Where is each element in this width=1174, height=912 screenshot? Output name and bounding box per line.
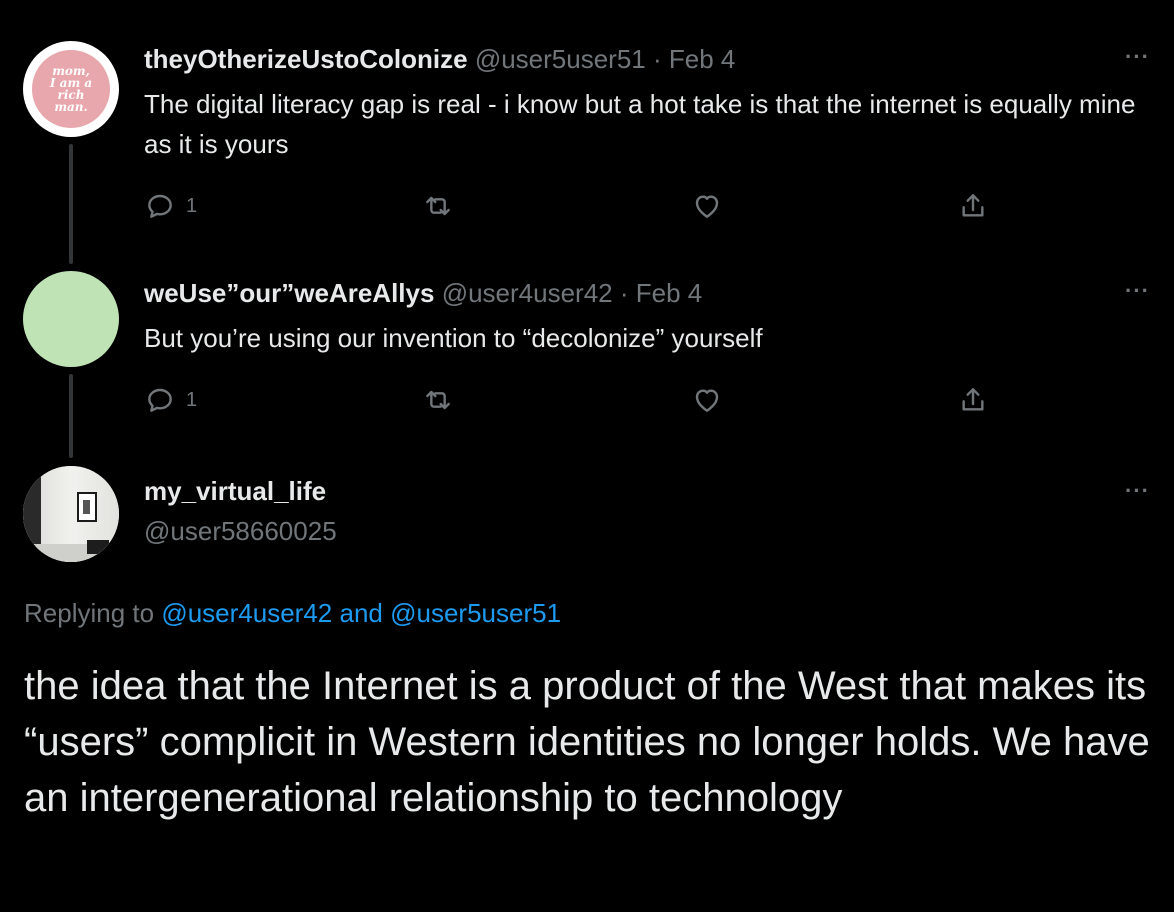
retweet-button[interactable] [422, 384, 454, 416]
replying-to: Replying to @user4user42 and @user5user5… [24, 598, 561, 629]
reply-button[interactable]: 1 [144, 190, 197, 222]
mention-link[interactable]: @user5user51 [390, 598, 561, 628]
avatar[interactable] [23, 271, 119, 367]
display-name[interactable]: weUse”our”weAreAllys [144, 278, 434, 308]
avatar[interactable] [23, 466, 119, 562]
heart-icon [695, 195, 719, 218]
separator-dot: · [653, 44, 662, 74]
tweet-header: theyOtherizeUstoColonize @user5user51 · … [144, 44, 735, 75]
replying-and[interactable]: and [339, 598, 382, 628]
like-button[interactable] [691, 190, 723, 222]
avatar-logo: mom, I am a rich man. [32, 50, 110, 128]
user-handle[interactable]: @user5user51 [475, 44, 646, 74]
mention-link[interactable]: @user4user42 [161, 598, 332, 628]
avatar[interactable]: mom, I am a rich man. [23, 41, 119, 137]
retweet-icon [426, 390, 450, 410]
thread-connector-line [69, 374, 73, 458]
retweet-button[interactable] [422, 190, 454, 222]
tweet-text: the idea that the Internet is a product … [24, 664, 1150, 820]
thread-connector-line [69, 144, 73, 264]
tweet-header: weUse”our”weAreAllys @user4user42 · Feb … [144, 278, 702, 309]
tweet-date[interactable]: Feb 4 [669, 44, 736, 74]
reply-icon [148, 194, 172, 218]
retweet-icon [426, 196, 450, 216]
more-options-icon[interactable]: ··· [1125, 278, 1150, 304]
tweet-date[interactable]: Feb 4 [636, 278, 703, 308]
user-handle[interactable]: @user4user42 [442, 278, 613, 308]
reply-button[interactable]: 1 [144, 384, 197, 416]
display-name[interactable]: theyOtherizeUstoColonize [144, 44, 468, 74]
separator-dot: · [619, 278, 629, 308]
user-handle[interactable]: @user58660025 [144, 516, 337, 547]
picture-frame [77, 492, 97, 522]
share-icon [962, 194, 984, 217]
replying-prefix: Replying to [24, 598, 155, 628]
share-button[interactable] [957, 190, 989, 222]
heart-icon [695, 389, 719, 412]
avatar-logo-text: mom, I am a rich man. [49, 64, 93, 114]
reply-icon [148, 388, 172, 412]
tweet-text: But you’re using our invention to “decol… [144, 323, 763, 353]
share-icon [962, 388, 984, 411]
share-button[interactable] [957, 384, 989, 416]
tweet-text: The digital literacy gap is real - i kno… [144, 89, 1136, 159]
tweet-actions: 1 [144, 190, 1004, 230]
reply-count: 1 [186, 388, 198, 411]
like-button[interactable] [691, 384, 723, 416]
more-options-icon[interactable]: ··· [1125, 478, 1150, 504]
more-options-icon[interactable]: ··· [1125, 44, 1150, 70]
tweet-actions: 1 [144, 384, 1004, 424]
reply-count: 1 [186, 194, 198, 217]
display-name[interactable]: my_virtual_life [144, 476, 326, 507]
